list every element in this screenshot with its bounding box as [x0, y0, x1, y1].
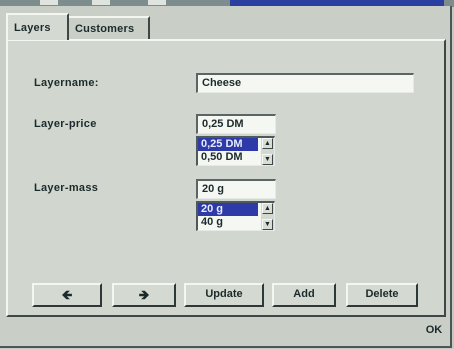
scroll-down-arrow-icon[interactable]: ▼ — [262, 154, 273, 165]
layer-mass-input[interactable]: 20 g — [196, 179, 276, 199]
layer-mass-label: Layer-mass — [34, 182, 99, 194]
next-button[interactable]: 🡺 — [112, 283, 176, 307]
scroll-up-arrow-icon[interactable]: ▲ — [262, 138, 273, 149]
scrollbar[interactable]: ▲ ▼ — [261, 138, 274, 165]
scroll-up-arrow-icon[interactable]: ▲ — [262, 203, 273, 214]
scrollbar[interactable]: ▲ ▼ — [261, 203, 274, 230]
layer-mass-listbox[interactable]: 20 g 40 g ▲ ▼ — [196, 201, 275, 231]
scroll-down-arrow-icon[interactable]: ▼ — [262, 219, 273, 230]
tab-customers[interactable]: Customers — [69, 16, 150, 40]
layername-label: Layername: — [34, 77, 99, 89]
title-fragment — [40, 0, 58, 5]
dialog-window: Layers Customers Layername: Cheese Layer… — [0, 6, 452, 348]
layer-price-listbox[interactable]: 0,25 DM 0,50 DM ▲ ▼ — [196, 136, 275, 166]
tab-label: Layers — [14, 22, 51, 34]
previous-button[interactable]: 🡸 — [32, 283, 102, 307]
layername-input[interactable]: Cheese — [196, 73, 414, 93]
title-fragment — [92, 0, 110, 5]
add-button[interactable]: Add — [272, 283, 336, 307]
delete-button[interactable]: Delete — [346, 283, 418, 307]
update-button[interactable]: Update — [184, 283, 264, 307]
title-fragment — [148, 0, 166, 5]
list-item[interactable]: 20 g — [198, 203, 258, 216]
list-item[interactable]: 0,25 DM — [198, 138, 258, 151]
tab-label: Customers — [75, 23, 135, 35]
tab-layers[interactable]: Layers — [6, 13, 69, 40]
ok-button[interactable]: OK — [420, 319, 448, 341]
layer-price-input[interactable]: 0,25 DM — [196, 114, 276, 134]
layer-price-label: Layer-price — [34, 118, 97, 130]
layers-tab-panel: Layername: Cheese Layer-price 0,25 DM 0,… — [6, 39, 446, 317]
left-arrow-icon: 🡸 — [61, 287, 73, 302]
right-arrow-icon: 🡺 — [138, 287, 150, 302]
